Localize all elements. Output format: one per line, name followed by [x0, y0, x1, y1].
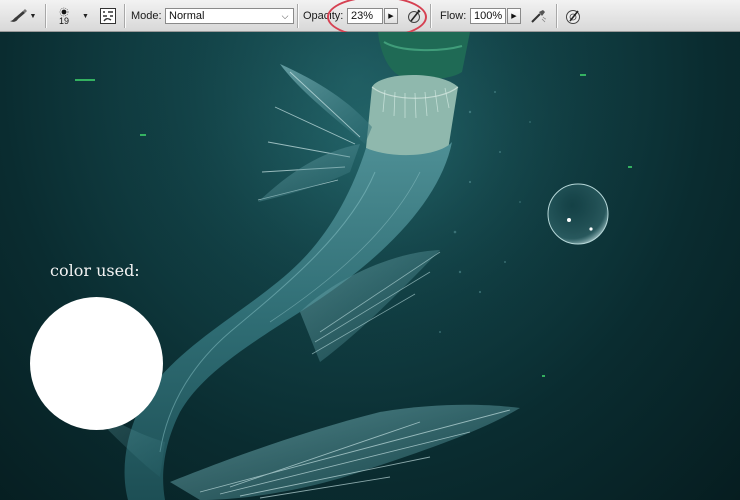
pressure-size-button[interactable]: [562, 0, 584, 32]
mode-value: Normal: [169, 10, 205, 22]
brush-picker[interactable]: 19 ▼: [52, 0, 92, 32]
brush-panel-icon: [99, 7, 117, 25]
airbrush-icon: [529, 8, 547, 24]
brush-size-label: 19: [58, 15, 69, 26]
color-swatch: [30, 297, 163, 430]
chevron-down-icon: ⌵: [281, 10, 289, 21]
mode-label: Mode:: [131, 10, 162, 22]
flow-slider-button[interactable]: ▶: [507, 8, 521, 24]
brush-tool-icon: [8, 8, 28, 24]
tool-preset-picker[interactable]: ▼: [4, 0, 40, 32]
flow-input[interactable]: 100%: [470, 8, 506, 24]
chevron-down-icon: ▼: [82, 12, 89, 20]
divider: [430, 4, 432, 28]
chevron-down-icon: ▼: [29, 12, 37, 20]
divider: [297, 4, 299, 28]
divider: [45, 4, 47, 28]
options-bar: ▼ 19 ▼ Mode: Normal ⌵ Opacity: 23% ▶ Flo…: [0, 0, 740, 38]
brush-picker-icon: [59, 7, 69, 17]
caption: color used:: [50, 261, 140, 280]
airbrush-button[interactable]: [527, 0, 549, 32]
mode-select[interactable]: Normal ⌵: [165, 8, 294, 24]
divider: [124, 4, 126, 28]
flow-label: Flow:: [440, 10, 467, 22]
tablet-pressure-size-icon: [564, 7, 582, 25]
image-canvas[interactable]: color used:: [0, 32, 740, 500]
divider: [556, 4, 558, 28]
toggle-brush-panel-button[interactable]: [97, 0, 119, 32]
triangle-right-icon: ▶: [511, 13, 517, 20]
